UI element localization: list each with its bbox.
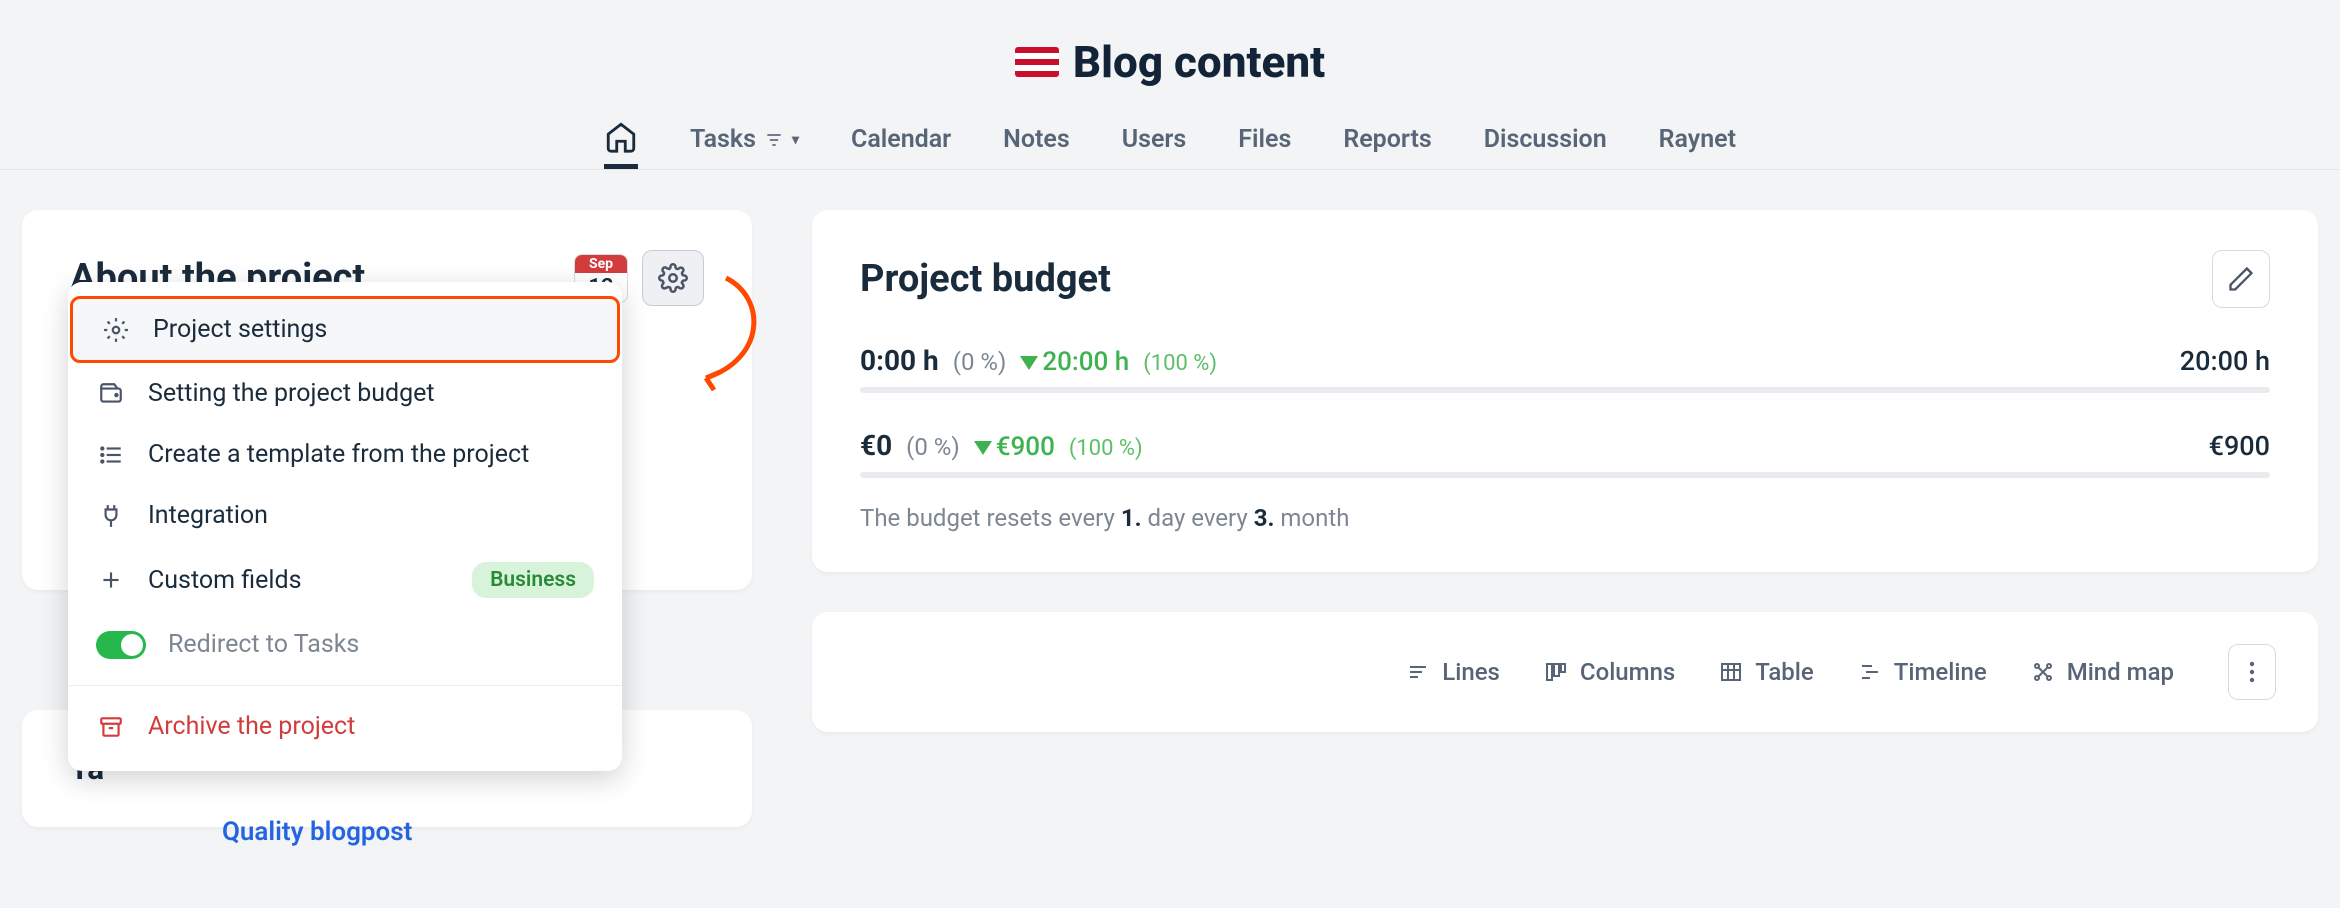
list-icon — [96, 442, 126, 468]
view-timeline[interactable]: Timeline — [1858, 658, 1987, 686]
edit-budget-button[interactable] — [2212, 250, 2270, 308]
time-used: 0:00 h — [860, 344, 939, 377]
view-label: Columns — [1580, 658, 1675, 686]
about-card: About the project Sep 12 You The A — [22, 210, 752, 590]
budget-card: Project budget 0:00 h (0 %) 20:00 h (100… — [812, 210, 2318, 572]
timeline-icon — [1858, 660, 1882, 684]
view-columns[interactable]: Columns — [1544, 658, 1675, 686]
view-table[interactable]: Table — [1719, 658, 1813, 686]
tab-notes[interactable]: Notes — [1003, 110, 1070, 169]
annotation-arrow-icon — [626, 268, 786, 398]
lines-icon — [1406, 660, 1430, 684]
money-used: €0 — [860, 429, 892, 462]
business-badge: Business — [472, 562, 594, 598]
menu-project-budget[interactable]: Setting the project budget — [68, 363, 622, 424]
settings-dropdown: Project settings Setting the project bud… — [68, 282, 622, 771]
menu-label: Project settings — [153, 315, 327, 344]
budget-money-line: €0 (0 %) €900 (100 %) €900 — [860, 429, 2270, 478]
tab-label: Tasks — [690, 125, 756, 154]
money-remaining-pct: (100 %) — [1069, 436, 1143, 461]
gear-icon — [101, 317, 131, 343]
plus-icon — [96, 567, 126, 593]
view-switcher: Lines Columns Table Timeline Mind map — [1406, 644, 2276, 700]
tab-calendar[interactable]: Calendar — [851, 110, 951, 169]
view-mindmap[interactable]: Mind map — [2031, 658, 2174, 686]
time-remaining: 20:00 h — [1042, 347, 1129, 377]
triangle-down-icon — [1020, 356, 1038, 370]
view-label: Mind map — [2067, 658, 2174, 686]
view-label: Table — [1755, 658, 1813, 686]
tab-files[interactable]: Files — [1238, 110, 1291, 169]
tab-home[interactable] — [604, 110, 638, 169]
menu-label: Create a template from the project — [148, 440, 529, 469]
menu-archive-project[interactable]: Archive the project — [68, 696, 622, 757]
menu-label: Archive the project — [148, 712, 355, 741]
date-month: Sep — [575, 255, 627, 273]
page-header: Blog content — [0, 0, 2340, 110]
mindmap-icon — [2031, 660, 2055, 684]
time-remaining-pct: (100 %) — [1143, 351, 1217, 376]
menu-project-settings[interactable]: Project settings — [70, 296, 620, 363]
menu-label: Integration — [148, 501, 268, 530]
money-total: €900 — [2209, 430, 2270, 462]
menu-label: Redirect to Tasks — [168, 630, 359, 659]
archive-icon — [96, 714, 126, 740]
tab-discussion[interactable]: Discussion — [1484, 110, 1607, 169]
menu-integration[interactable]: Integration — [68, 485, 622, 546]
more-button[interactable] — [2228, 644, 2276, 700]
budget-time-line: 0:00 h (0 %) 20:00 h (100 %) 20:00 h — [860, 344, 2270, 393]
plug-icon — [96, 503, 126, 529]
menu-label: Custom fields — [148, 566, 301, 595]
main-nav: Tasks ▾ Calendar Notes Users Files Repor… — [0, 110, 2340, 170]
menu-create-template[interactable]: Create a template from the project — [68, 424, 622, 485]
time-used-pct: (0 %) — [953, 348, 1007, 376]
toggle-on-icon[interactable] — [96, 631, 146, 659]
filter-icon — [764, 130, 784, 150]
view-lines[interactable]: Lines — [1406, 658, 1500, 686]
tab-users[interactable]: Users — [1122, 110, 1187, 169]
tasks-view-card: Lines Columns Table Timeline Mind map — [812, 612, 2318, 732]
triangle-down-icon — [974, 441, 992, 455]
view-label: Timeline — [1894, 658, 1987, 686]
menu-label: Setting the project budget — [148, 379, 435, 408]
money-used-pct: (0 %) — [906, 433, 960, 461]
budget-reset-note: The budget resets every 1. day every 3. … — [860, 504, 2270, 532]
more-vertical-icon — [2249, 660, 2255, 684]
task-link[interactable]: Quality blogpost — [222, 817, 412, 847]
tab-reports[interactable]: Reports — [1343, 110, 1431, 169]
menu-redirect-tasks[interactable]: Redirect to Tasks — [68, 614, 622, 675]
time-progress-bar — [860, 387, 2270, 393]
project-title: Blog content — [1073, 36, 1325, 88]
chevron-down-icon: ▾ — [792, 132, 799, 148]
menu-custom-fields[interactable]: Custom fields Business — [68, 546, 622, 614]
table-icon — [1719, 660, 1743, 684]
uk-flag-icon — [1015, 47, 1059, 77]
view-label: Lines — [1442, 658, 1500, 686]
time-total: 20:00 h — [2180, 345, 2270, 377]
tab-tasks[interactable]: Tasks ▾ — [690, 110, 799, 169]
money-remaining: €900 — [996, 432, 1055, 462]
tab-raynet[interactable]: Raynet — [1659, 110, 1736, 169]
columns-icon — [1544, 660, 1568, 684]
money-progress-bar — [860, 472, 2270, 478]
pencil-icon — [2227, 265, 2255, 293]
budget-heading: Project budget — [860, 257, 1111, 301]
divider — [68, 685, 622, 686]
wallet-icon — [96, 381, 126, 407]
